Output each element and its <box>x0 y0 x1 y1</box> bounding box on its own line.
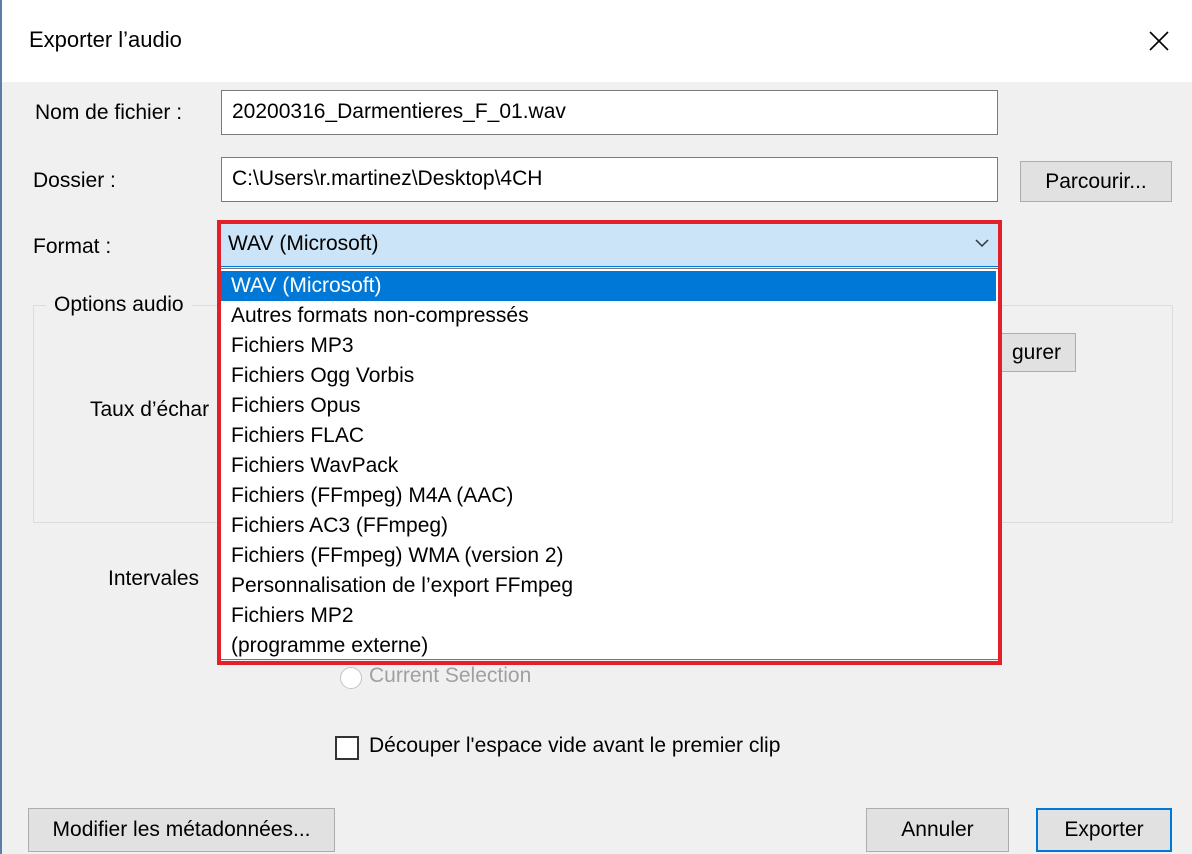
audio-options-legend: Options audio <box>46 293 192 317</box>
format-option[interactable]: Fichiers Ogg Vorbis <box>221 361 996 391</box>
window-edge <box>0 0 2 854</box>
format-option[interactable]: Personnalisation de l’export FFmpeg <box>221 571 996 601</box>
format-dropdown-list: WAV (Microsoft) Autres formats non-compr… <box>217 268 1000 660</box>
folder-label: Dossier : <box>33 169 116 192</box>
close-icon <box>1149 31 1169 51</box>
filename-label: Nom de fichier : <box>35 101 183 124</box>
trim-silence-checkbox[interactable] <box>335 736 359 760</box>
browse-button[interactable]: Parcourir... <box>1020 161 1172 202</box>
format-option[interactable]: Fichiers AC3 (FFmpeg) <box>221 511 996 541</box>
trim-silence-label: Découper l'espace vide avant le premier … <box>369 734 781 757</box>
current-selection-label: Current Selection <box>369 664 532 687</box>
format-selected-value: WAV (Microsoft) <box>228 232 379 255</box>
dialog-title: Exporter l’audio <box>29 27 182 52</box>
format-option[interactable]: Fichiers WavPack <box>221 451 996 481</box>
format-option[interactable]: Fichiers (FFmpeg) M4A (AAC) <box>221 481 996 511</box>
filename-field[interactable]: 20200316_Darmentieres_F_01.wav <box>221 90 998 135</box>
format-option[interactable]: Fichiers MP3 <box>221 331 996 361</box>
chevron-down-icon <box>975 239 989 248</box>
format-option[interactable]: Fichiers FLAC <box>221 421 996 451</box>
range-label: Intervales <box>108 567 200 590</box>
format-select[interactable]: WAV (Microsoft) <box>217 222 1000 267</box>
format-option[interactable]: WAV (Microsoft) <box>221 271 996 301</box>
cancel-button[interactable]: Annuler <box>866 808 1009 852</box>
format-option[interactable]: Fichiers (FFmpeg) WMA (version 2) <box>221 541 996 571</box>
close-button[interactable] <box>1136 18 1182 64</box>
sample-rate-label: Taux d’échar <box>90 398 210 421</box>
format-label: Format : <box>33 235 112 258</box>
export-audio-dialog: Exporter l’audio Nom de fichier : 202003… <box>0 0 1192 854</box>
current-selection-radio[interactable] <box>340 667 362 689</box>
format-option[interactable]: Autres formats non-compressés <box>221 301 996 331</box>
format-option[interactable]: Fichiers Opus <box>221 391 996 421</box>
folder-field[interactable]: C:\Users\r.martinez\Desktop\4CH <box>221 157 998 202</box>
export-button[interactable]: Exporter <box>1036 808 1172 852</box>
title-bar: Exporter l’audio <box>0 0 1192 82</box>
format-option[interactable]: (programme externe) <box>221 631 996 661</box>
edit-metadata-button[interactable]: Modifier les métadonnées... <box>28 808 335 852</box>
format-option[interactable]: Fichiers MP2 <box>221 601 996 631</box>
